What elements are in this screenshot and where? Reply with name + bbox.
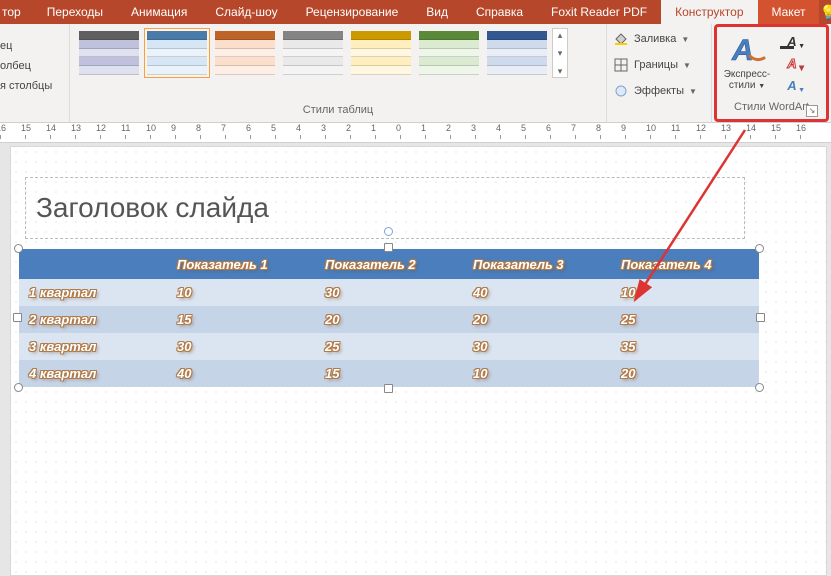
quick-styles-button[interactable]: A Экспресс-стили ▼ [723, 31, 771, 92]
tab-foxit[interactable]: Foxit Reader PDF [537, 0, 661, 24]
table-style-gallery[interactable] [76, 28, 550, 78]
fill-button[interactable]: Заливка ▼ [613, 28, 689, 50]
wordart-caption: Стили WordArt [734, 101, 809, 113]
table-header-cell[interactable]: Показатель 4 [611, 249, 759, 279]
resize-handle-se[interactable] [755, 383, 764, 392]
table-style-thumb[interactable] [212, 28, 278, 78]
row-label-cell[interactable]: 1 квартал [19, 279, 167, 306]
tell-me-icon[interactable]: 💡 [819, 0, 831, 24]
opt-line-3[interactable]: я столбцы [0, 78, 52, 94]
table-cell[interactable]: 25 [611, 306, 759, 333]
effects-button[interactable]: Эффекты ▼ [613, 80, 697, 102]
table-style-thumb[interactable] [144, 28, 210, 78]
wordart-styles-group: A Экспресс-стили ▼ A▼ A▼ A▼ Стили WordAr… [714, 24, 829, 122]
table-style-thumb[interactable] [484, 28, 550, 78]
tab-transitions[interactable]: Переходы [33, 0, 117, 24]
table-style-thumb[interactable] [416, 28, 482, 78]
dropdown-icon: ▼ [689, 87, 697, 96]
table-object[interactable]: Показатель 1Показатель 2Показатель 3Пока… [19, 249, 759, 387]
text-fill-button[interactable]: A▼ [777, 31, 807, 51]
table-cell[interactable]: 30 [315, 279, 463, 306]
effects-icon [613, 83, 629, 99]
table-row[interactable]: 2 квартал15202025 [19, 306, 759, 333]
ribbon-tabs: тор Переходы Анимация Слайд-шоу Рецензир… [0, 0, 831, 24]
text-effects-button[interactable]: A▼ [777, 75, 807, 95]
paint-bucket-icon [613, 31, 629, 47]
table-cell[interactable]: 30 [463, 333, 611, 360]
table-header-cell[interactable]: Показатель 1 [167, 249, 315, 279]
resize-handle-n[interactable] [384, 243, 393, 252]
table-styles-caption: Стили таблиц [76, 104, 600, 122]
shading-group: Заливка ▼ Границы ▼ Эффекты ▼ [607, 24, 712, 122]
rotate-handle[interactable] [384, 227, 393, 236]
table-row[interactable]: 4 квартал40151020 [19, 360, 759, 387]
dropdown-icon: ▼ [683, 61, 691, 70]
table-cell[interactable]: 40 [167, 360, 315, 387]
table-row[interactable]: 3 квартал30253035 [19, 333, 759, 360]
row-label-cell[interactable]: 3 квартал [19, 333, 167, 360]
opt-line-2[interactable]: олбец [0, 58, 31, 74]
tab-help[interactable]: Справка [462, 0, 537, 24]
fill-label: Заливка [634, 33, 676, 45]
table-options-group: ец олбец я столбцы [0, 24, 70, 122]
gallery-more-button[interactable]: ▴ ▾ ▾ [552, 28, 568, 78]
borders-icon [613, 57, 629, 73]
table-styles-group: ▴ ▾ ▾ Стили таблиц [70, 24, 607, 122]
table-cell[interactable]: 10 [463, 360, 611, 387]
tab-layout[interactable]: Макет [758, 0, 820, 24]
table-cell[interactable]: 30 [167, 333, 315, 360]
svg-text:A: A [731, 34, 754, 66]
tab-view[interactable]: Вид [412, 0, 462, 24]
row-label-cell[interactable]: 4 квартал [19, 360, 167, 387]
dropdown-icon: ▼ [681, 35, 689, 44]
table-cell[interactable]: 25 [315, 333, 463, 360]
tab-design[interactable]: Конструктор [661, 0, 757, 24]
opt-line-1[interactable]: ец [0, 38, 12, 54]
table-cell[interactable]: 20 [611, 360, 759, 387]
borders-button[interactable]: Границы ▼ [613, 54, 691, 76]
chevron-up-icon: ▴ [558, 29, 563, 41]
resize-handle-nw[interactable] [14, 244, 23, 253]
table-cell[interactable]: 15 [315, 360, 463, 387]
horizontal-ruler[interactable]: 1615141312111098765432101234567891011121… [0, 123, 831, 143]
chevron-down-icon: ▾ [558, 47, 563, 59]
table-cell[interactable]: 40 [463, 279, 611, 306]
table-style-thumb[interactable] [348, 28, 414, 78]
table-row[interactable]: 1 квартал10304010 [19, 279, 759, 306]
effects-label: Эффекты [634, 85, 684, 97]
data-table[interactable]: Показатель 1Показатель 2Показатель 3Пока… [19, 249, 759, 387]
borders-label: Границы [634, 59, 678, 71]
resize-handle-s[interactable] [384, 384, 393, 393]
text-outline-button[interactable]: A▼ [777, 53, 807, 73]
resize-handle-e[interactable] [756, 313, 765, 322]
tab-slideshow[interactable]: Слайд-шоу [201, 0, 291, 24]
table-header-cell[interactable]: Показатель 3 [463, 249, 611, 279]
row-label-cell[interactable]: 2 квартал [19, 306, 167, 333]
tab-cutoff[interactable]: тор [0, 0, 33, 24]
resize-handle-ne[interactable] [755, 244, 764, 253]
quick-styles-label-1: Экспресс- [724, 69, 771, 80]
dialog-launcher-icon[interactable]: ↘ [806, 105, 818, 117]
table-cell[interactable]: 10 [611, 279, 759, 306]
slide-stage[interactable]: Заголовок слайда Показатель 1Показатель … [10, 146, 827, 576]
slide-title-text: Заголовок слайда [36, 192, 269, 224]
table-header-cell[interactable]: Показатель 2 [315, 249, 463, 279]
ribbon: ец олбец я столбцы ▴ ▾ ▾ Стили таблиц [0, 24, 831, 123]
table-header-cell[interactable] [19, 249, 167, 279]
tab-review[interactable]: Рецензирование [292, 0, 413, 24]
table-cell[interactable]: 20 [463, 306, 611, 333]
table-style-thumb[interactable] [76, 28, 142, 78]
table-cell[interactable]: 15 [167, 306, 315, 333]
resize-handle-sw[interactable] [14, 383, 23, 392]
table-style-thumb[interactable] [280, 28, 346, 78]
table-cell[interactable]: 20 [315, 306, 463, 333]
ruler-tick: 16 [800, 123, 825, 142]
letter-a-styled-icon: A [727, 31, 767, 67]
resize-handle-w[interactable] [13, 313, 22, 322]
table-cell[interactable]: 35 [611, 333, 759, 360]
table-cell[interactable]: 10 [167, 279, 315, 306]
tab-animation[interactable]: Анимация [117, 0, 201, 24]
quick-styles-label-2: стили [729, 80, 756, 91]
gallery-expand-icon: ▾ [558, 65, 563, 77]
